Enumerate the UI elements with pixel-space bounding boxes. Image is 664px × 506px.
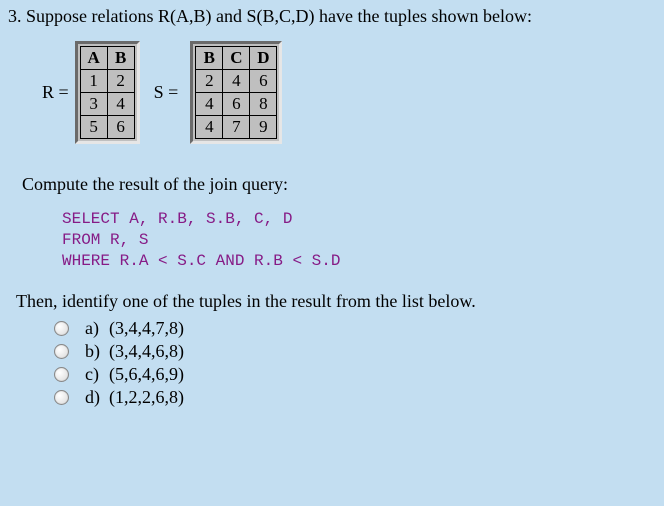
choice-b-text: b)(3,4,4,6,8) [85,341,184,362]
r-cell: 5 [80,116,107,139]
s-cell: 4 [196,93,223,116]
s-cell: 2 [196,70,223,93]
question-number: 3. [8,6,22,26]
choice-c[interactable]: c)(5,6,4,6,9) [54,364,650,385]
s-cell: 7 [223,116,250,139]
r-cell: 2 [107,70,134,93]
radio-icon[interactable] [54,367,69,382]
relation-r-label: R = [42,82,69,103]
radio-icon[interactable] [54,390,69,405]
identify-prompt: Then, identify one of the tuples in the … [16,291,650,312]
choice-a-text: a)(3,4,4,7,8) [85,318,184,339]
relation-s-label: S = [154,82,179,103]
sql-line-from: FROM R, S [62,230,650,251]
s-header-d: D [250,47,277,70]
s-header-b: B [196,47,223,70]
choice-d-text: d)(1,2,2,6,8) [85,387,184,408]
r-cell: 1 [80,70,107,93]
relations-row: R = A B 1 2 3 4 5 6 [42,41,650,144]
question-prompt: 3. Suppose relations R(A,B) and S(B,C,D)… [8,6,644,27]
s-cell: 6 [223,93,250,116]
compute-prompt: Compute the result of the join query: [22,174,650,195]
r-cell: 3 [80,93,107,116]
r-header-b: B [107,47,134,70]
radio-icon[interactable] [54,321,69,336]
s-cell: 6 [250,70,277,93]
r-header-a: A [80,47,107,70]
choice-c-text: c)(5,6,4,6,9) [85,364,184,385]
choice-b[interactable]: b)(3,4,4,6,8) [54,341,650,362]
question-text: Suppose relations R(A,B) and S(B,C,D) ha… [26,6,532,26]
s-cell: 8 [250,93,277,116]
s-cell: 4 [223,70,250,93]
s-cell: 9 [250,116,277,139]
r-cell: 6 [107,116,134,139]
relation-r-table: A B 1 2 3 4 5 6 [75,41,140,144]
r-cell: 4 [107,93,134,116]
relation-s-table: B C D 2 4 6 4 6 8 4 7 9 [190,41,282,144]
answer-choices: a)(3,4,4,7,8) b)(3,4,4,6,8) c)(5,6,4,6,9… [54,318,650,408]
s-cell: 4 [196,116,223,139]
sql-line-where: WHERE R.A < S.C AND R.B < S.D [62,251,650,272]
sql-query: SELECT A, R.B, S.B, C, D FROM R, S WHERE… [62,209,650,271]
radio-icon[interactable] [54,344,69,359]
sql-line-select: SELECT A, R.B, S.B, C, D [62,209,650,230]
s-header-c: C [223,47,250,70]
choice-a[interactable]: a)(3,4,4,7,8) [54,318,650,339]
choice-d[interactable]: d)(1,2,2,6,8) [54,387,650,408]
